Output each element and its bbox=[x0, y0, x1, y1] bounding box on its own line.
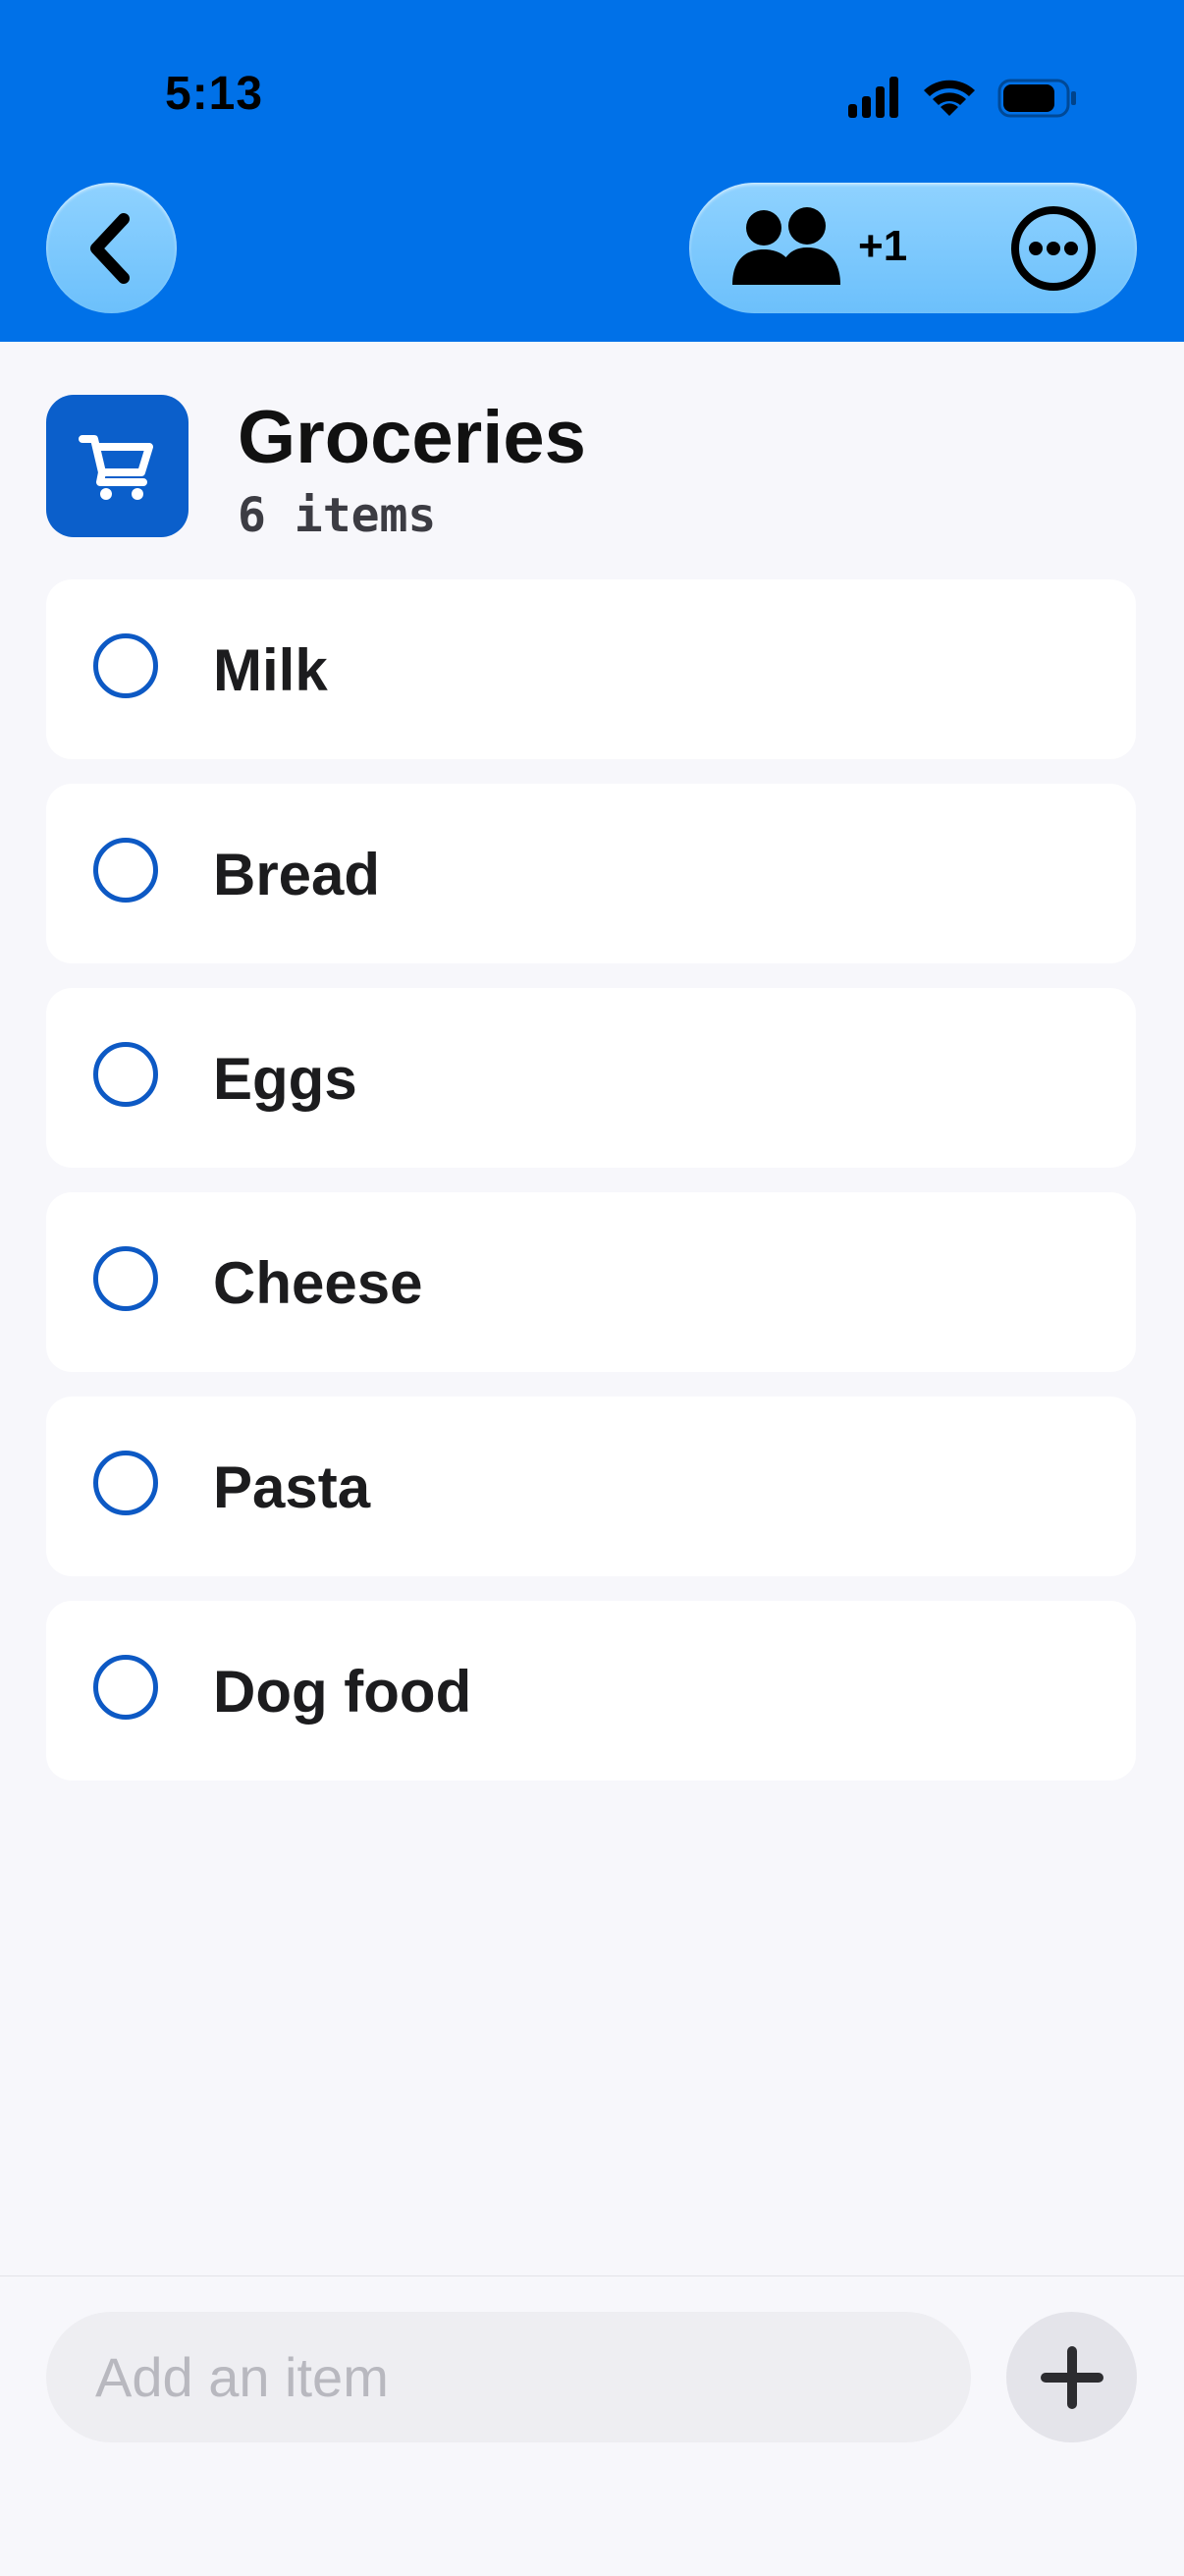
share-count: +1 bbox=[858, 222, 908, 270]
item-label: Dog food bbox=[213, 1659, 472, 1725]
item-checkbox[interactable] bbox=[93, 633, 158, 698]
item-label: Milk bbox=[213, 637, 328, 703]
item-checkbox[interactable] bbox=[93, 1655, 158, 1720]
plus-icon bbox=[1040, 2345, 1103, 2409]
item-list: Milk Bread Eggs Cheese Pasta Dog food bbox=[46, 579, 1136, 1805]
cart-icon bbox=[78, 434, 153, 500]
back-button[interactable] bbox=[46, 183, 177, 313]
list-item[interactable]: Cheese bbox=[46, 1192, 1136, 1372]
list-item-count: 6 items bbox=[238, 488, 437, 543]
list-icon-tile bbox=[46, 395, 188, 537]
list-title: Groceries bbox=[238, 396, 586, 479]
wifi-icon bbox=[924, 80, 975, 116]
top-bar: 5:13 +1 bbox=[0, 0, 1184, 342]
ellipsis-circle-icon bbox=[1011, 206, 1096, 291]
item-label: Pasta bbox=[213, 1454, 371, 1520]
cellular-signal-icon bbox=[848, 77, 898, 118]
item-checkbox[interactable] bbox=[93, 838, 158, 903]
list-item[interactable]: Eggs bbox=[46, 988, 1136, 1168]
people-icon bbox=[732, 207, 840, 285]
battery-icon bbox=[997, 79, 1076, 118]
item-label: Bread bbox=[213, 842, 381, 907]
status-time: 5:13 bbox=[165, 68, 264, 120]
list-header: Groceries 6 items bbox=[46, 395, 1138, 543]
status-icons bbox=[848, 77, 1076, 118]
item-checkbox[interactable] bbox=[93, 1451, 158, 1515]
more-button[interactable] bbox=[984, 183, 1137, 313]
list-item[interactable]: Bread bbox=[46, 784, 1136, 963]
composer-bar bbox=[0, 2275, 1184, 2576]
list-item[interactable]: Pasta bbox=[46, 1397, 1136, 1576]
toolbar-pill: +1 bbox=[689, 183, 1137, 313]
item-checkbox[interactable] bbox=[93, 1246, 158, 1311]
chevron-left-icon bbox=[89, 212, 130, 284]
list-item[interactable]: Dog food bbox=[46, 1601, 1136, 1781]
item-label: Cheese bbox=[213, 1250, 423, 1316]
list-item[interactable]: Milk bbox=[46, 579, 1136, 759]
item-checkbox[interactable] bbox=[93, 1042, 158, 1107]
share-button[interactable]: +1 bbox=[689, 183, 964, 313]
add-item-input[interactable] bbox=[46, 2312, 971, 2442]
add-item-button[interactable] bbox=[1006, 2312, 1137, 2442]
item-label: Eggs bbox=[213, 1046, 357, 1112]
